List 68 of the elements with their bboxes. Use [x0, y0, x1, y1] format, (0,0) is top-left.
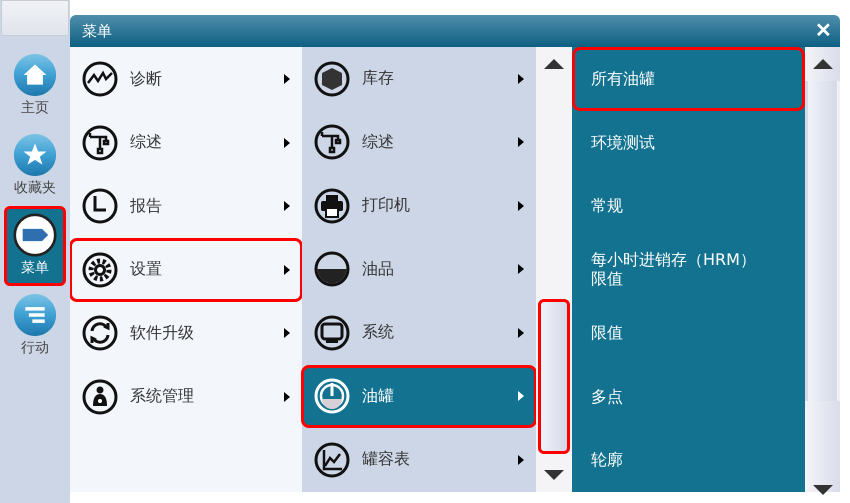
arrow-icon: [284, 392, 290, 402]
list-icon: [13, 293, 57, 337]
person-icon: [82, 378, 118, 415]
menu-item[interactable]: 所有油罐: [572, 47, 805, 110]
home-icon: [13, 53, 57, 97]
toolbar-tile: [1, 0, 69, 36]
menu-item[interactable]: 罐容表: [301, 428, 537, 492]
gear-icon: [82, 252, 118, 288]
sidebar-label: 主页: [21, 99, 49, 117]
sidebar-item[interactable]: 收藏夹: [4, 126, 66, 206]
arrow-icon: [284, 74, 290, 84]
menu-item[interactable]: 多点: [572, 364, 805, 428]
network-icon: [82, 124, 118, 161]
menu-item[interactable]: 库存: [301, 47, 537, 110]
arrow-icon: [518, 454, 524, 465]
menu-item[interactable]: 每小时进销存（HRM）限值: [572, 238, 805, 301]
menu-item[interactable]: 系统管理: [70, 365, 303, 428]
menu-item[interactable]: 软件升级: [70, 302, 303, 365]
arrow-icon: [518, 328, 524, 338]
sidebar-item[interactable]: 行动: [4, 286, 66, 366]
menu-item[interactable]: 设置: [70, 238, 303, 302]
arrow-icon: [284, 201, 290, 212]
arrow-icon: [518, 74, 524, 84]
menu-item[interactable]: 诊断: [70, 47, 303, 111]
sidebar-label: 菜单: [21, 259, 49, 277]
gauge-icon: [314, 378, 350, 414]
arrow-icon: [518, 137, 524, 148]
cube-icon: [314, 60, 350, 97]
menu-item[interactable]: 综述: [70, 111, 303, 174]
clock-icon: [82, 188, 118, 224]
menu-title: 菜单: [82, 22, 112, 40]
menu-item[interactable]: 油罐: [301, 364, 537, 428]
sidebar-item[interactable]: 主页: [4, 46, 66, 126]
menu-item[interactable]: 报告: [70, 174, 303, 238]
menu-item[interactable]: 限值: [572, 301, 805, 364]
arrow-icon: [518, 391, 524, 402]
menu-item[interactable]: 轮廓: [572, 428, 805, 492]
menu-item[interactable]: 油品: [301, 238, 537, 301]
close-button[interactable]: ✕: [813, 21, 834, 41]
sidebar-item[interactable]: 菜单: [4, 206, 66, 286]
half-circle-icon: [314, 251, 350, 288]
scroll-up-icon[interactable]: [812, 59, 832, 69]
tag-icon: [13, 213, 57, 257]
arrow-icon: [284, 264, 290, 275]
arrow-icon: [284, 138, 290, 148]
monitor-icon: [314, 314, 350, 351]
network-icon: [314, 124, 350, 160]
arrow-icon: [518, 200, 524, 211]
chart-icon: [314, 442, 350, 478]
arrow-icon: [284, 328, 290, 338]
wave-icon: [82, 61, 118, 97]
scrollbar-thumb[interactable]: [805, 81, 840, 401]
scrollbar-thumb[interactable]: [538, 299, 570, 454]
menu-item[interactable]: 综述: [301, 110, 537, 174]
scroll-down-icon[interactable]: [812, 485, 832, 495]
menu-item[interactable]: 环境测试: [572, 110, 805, 174]
menu-item[interactable]: 系统: [301, 301, 537, 364]
scroll-down-icon[interactable]: [544, 470, 564, 480]
sidebar-label: 收藏夹: [14, 179, 56, 197]
arrow-icon: [518, 264, 524, 274]
scroll-up-icon[interactable]: [544, 59, 564, 69]
sidebar-label: 行动: [21, 339, 49, 357]
menu-item[interactable]: 打印机: [301, 174, 537, 238]
refresh-icon: [82, 315, 118, 352]
menu-item[interactable]: 常规: [572, 174, 805, 238]
scrollbar[interactable]: [536, 47, 572, 492]
scrollbar[interactable]: [805, 47, 840, 492]
printer-icon: [314, 188, 350, 224]
